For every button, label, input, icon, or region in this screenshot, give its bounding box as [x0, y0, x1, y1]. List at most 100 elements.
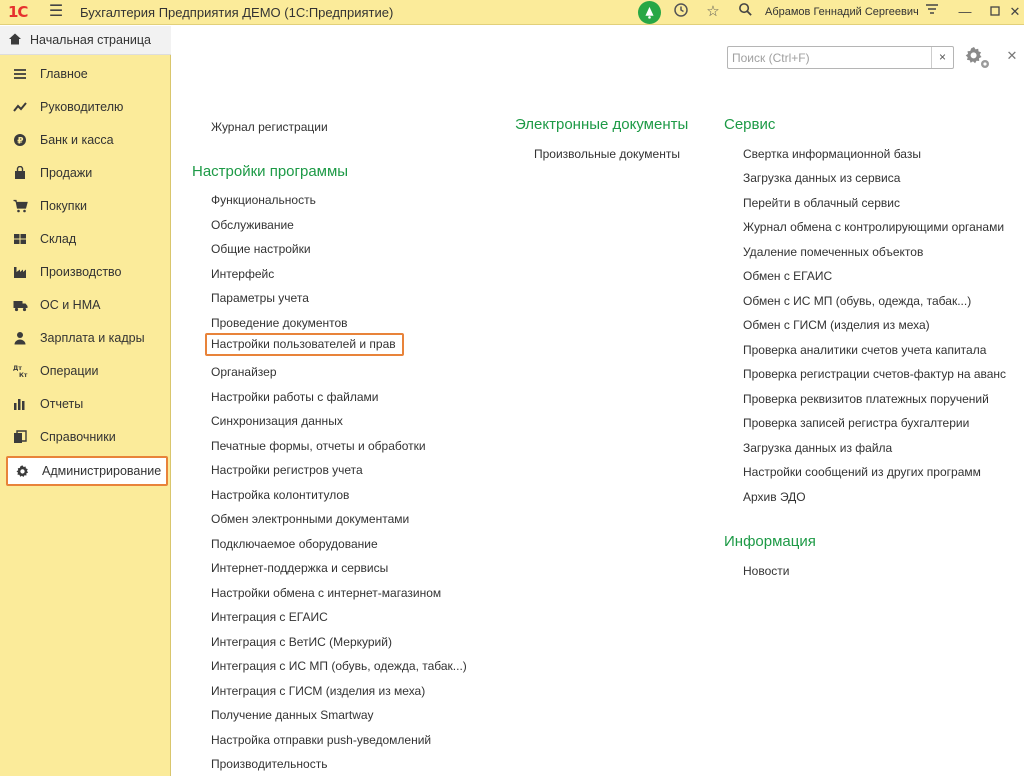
- link-print-forms[interactable]: Печатные формы, отчеты и обработки: [211, 439, 426, 453]
- link-cloud-service[interactable]: Перейти в облачный сервис: [743, 196, 900, 210]
- close-panel-icon[interactable]: ✕: [1004, 48, 1020, 64]
- main-menu-icon[interactable]: ☰: [46, 2, 66, 22]
- link-data-sync[interactable]: Синхронизация данных: [211, 414, 343, 428]
- link-organizer[interactable]: Органайзер: [211, 365, 277, 379]
- link-delete-marked[interactable]: Удаление помеченных объектов: [743, 245, 923, 259]
- shopping-bag-icon: [12, 165, 28, 181]
- sidebar-item-label: Главное: [40, 67, 88, 81]
- heading-information: Информация: [724, 533, 816, 550]
- link-ismp-exchange[interactable]: Обмен с ИС МП (обувь, одежда, табак...): [743, 294, 971, 308]
- sidebar-item-purchases[interactable]: Покупки: [0, 191, 171, 221]
- svg-text:Дт: Дт: [13, 365, 22, 372]
- sidebar-item-sales[interactable]: Продажи: [0, 158, 171, 188]
- link-payment-orders-check[interactable]: Проверка реквизитов платежных поручений: [743, 392, 989, 406]
- link-advance-invoices-check[interactable]: Проверка регистрации счетов-фактур на ав…: [743, 367, 1006, 381]
- link-interface[interactable]: Интерфейс: [211, 267, 274, 281]
- sidebar-item-main[interactable]: Главное: [0, 59, 171, 89]
- administration-panel: × ✕ Журнал регистрации Настройки програм…: [172, 26, 1024, 776]
- app-title: Бухгалтерия Предприятия ДЕМО (1С:Предпри…: [80, 5, 394, 20]
- link-general-settings[interactable]: Общие настройки: [211, 242, 311, 256]
- favorites-star-icon[interactable]: ☆: [703, 2, 723, 22]
- notifications-bell-icon[interactable]: [638, 1, 661, 24]
- close-window-icon[interactable]: ✕: [1005, 2, 1024, 22]
- link-document-posting[interactable]: Проведение документов: [211, 316, 348, 330]
- more-gear-icon[interactable]: [964, 45, 992, 71]
- link-accounting-register-check[interactable]: Проверка записей регистра бухгалтерии: [743, 416, 969, 430]
- link-news[interactable]: Новости: [743, 564, 789, 578]
- sidebar-item-operations[interactable]: Дт Кт Операции: [0, 356, 171, 386]
- link-header-footer[interactable]: Настройка колонтитулов: [211, 488, 349, 502]
- link-online-store-exchange[interactable]: Настройки обмена с интернет-магазином: [211, 586, 441, 600]
- clear-search-icon[interactable]: ×: [931, 47, 953, 68]
- menu-lines-icon: [12, 66, 28, 82]
- link-edi-exchange[interactable]: Обмен электронными документами: [211, 512, 409, 526]
- truck-icon: [12, 297, 28, 313]
- link-gism-exchange[interactable]: Обмен с ГИСМ (изделия из меха): [743, 318, 930, 332]
- sidebar-item-label: Справочники: [40, 430, 116, 444]
- maximize-icon[interactable]: [985, 2, 1005, 22]
- link-edo-archive[interactable]: Архив ЭДО: [743, 490, 806, 504]
- sidebar-item-label: Руководителю: [40, 100, 124, 114]
- link-file-settings[interactable]: Настройки работы с файлами: [211, 390, 378, 404]
- link-functionality[interactable]: Функциональность: [211, 193, 316, 207]
- sidebar-item-salary[interactable]: Зарплата и кадры: [0, 323, 171, 353]
- link-connected-equipment[interactable]: Подключаемое оборудование: [211, 537, 378, 551]
- sidebar-item-manager[interactable]: Руководителю: [0, 92, 171, 122]
- link-regulator-exchange-log[interactable]: Журнал обмена с контролирующими органами: [743, 220, 1004, 234]
- sidebar-item-catalogs[interactable]: Справочники: [0, 422, 171, 452]
- sidebar-item-label: Администрирование: [42, 464, 162, 478]
- search-icon[interactable]: [735, 2, 755, 22]
- sidebar-item-bank[interactable]: ₽ Банк и касса: [0, 125, 171, 155]
- bar-chart-icon: [12, 396, 28, 412]
- heading-service: Сервис: [724, 116, 776, 133]
- app-logo: 1С: [8, 3, 28, 21]
- sidebar-item-label: Начальная страница: [30, 33, 151, 47]
- settings-menu-icon[interactable]: [922, 2, 942, 22]
- sidebar-item-production[interactable]: Производство: [0, 257, 171, 287]
- history-icon[interactable]: [671, 2, 691, 22]
- link-capital-accounts-check[interactable]: Проверка аналитики счетов учета капитала: [743, 343, 986, 357]
- link-arbitrary-documents[interactable]: Произвольные документы: [534, 147, 680, 161]
- cart-icon: [12, 198, 28, 214]
- sidebar-item-warehouse[interactable]: Склад: [0, 224, 171, 254]
- sidebar-item-home[interactable]: Начальная страница: [0, 26, 171, 55]
- link-internet-support[interactable]: Интернет-поддержка и сервисы: [211, 561, 388, 575]
- sidebar-item-label: Отчеты: [40, 397, 84, 411]
- link-vetis-integration[interactable]: Интеграция с ВетИС (Меркурий): [211, 635, 392, 649]
- link-users-and-rights-settings[interactable]: Настройки пользователей и прав: [205, 333, 404, 356]
- warehouse-icon: [12, 231, 28, 247]
- link-registration-log[interactable]: Журнал регистрации: [211, 120, 328, 134]
- link-egais-integration[interactable]: Интеграция с ЕГАИС: [211, 610, 328, 624]
- books-icon: [12, 429, 28, 445]
- link-performance[interactable]: Производительность: [211, 757, 327, 771]
- svg-text:₽: ₽: [17, 136, 23, 146]
- link-push-notifications[interactable]: Настройка отправки push-уведомлений: [211, 733, 431, 747]
- sidebar-item-label: Зарплата и кадры: [40, 331, 145, 345]
- debit-credit-icon: Дт Кт: [12, 363, 28, 379]
- heading-electronic-documents: Электронные документы: [515, 116, 689, 133]
- link-smartway[interactable]: Получение данных Smartway: [211, 708, 374, 722]
- current-user[interactable]: Абрамов Геннадий Сергеевич: [765, 6, 919, 18]
- home-icon: [8, 32, 22, 49]
- link-db-collapse[interactable]: Свертка информационной базы: [743, 147, 921, 161]
- link-messages-settings[interactable]: Настройки сообщений из других программ: [743, 465, 981, 479]
- link-maintenance[interactable]: Обслуживание: [211, 218, 294, 232]
- link-load-from-file[interactable]: Загрузка данных из файла: [743, 441, 892, 455]
- link-register-settings[interactable]: Настройки регистров учета: [211, 463, 363, 477]
- sidebar-item-label: Покупки: [40, 199, 88, 213]
- link-egais-exchange[interactable]: Обмен с ЕГАИС: [743, 269, 832, 283]
- minimize-icon[interactable]: —: [955, 2, 975, 22]
- link-gism-integration[interactable]: Интеграция с ГИСМ (изделия из меха): [211, 684, 425, 698]
- link-load-from-service[interactable]: Загрузка данных из сервиса: [743, 171, 900, 185]
- link-accounting-parameters[interactable]: Параметры учета: [211, 291, 309, 305]
- sidebar-item-fixed-assets[interactable]: ОС и НМА: [0, 290, 171, 320]
- svg-text:Кт: Кт: [19, 372, 28, 378]
- sidebar-item-label: Склад: [40, 232, 77, 246]
- link-ismp-integration[interactable]: Интеграция с ИС МП (обувь, одежда, табак…: [211, 659, 467, 673]
- search-input[interactable]: [728, 47, 932, 68]
- trend-icon: [12, 99, 28, 115]
- sidebar-item-administration[interactable]: Администрирование: [6, 456, 168, 486]
- sidebar-item-label: Операции: [40, 364, 99, 378]
- sidebar-item-reports[interactable]: Отчеты: [0, 389, 171, 419]
- sidebar-item-label: Производство: [40, 265, 122, 279]
